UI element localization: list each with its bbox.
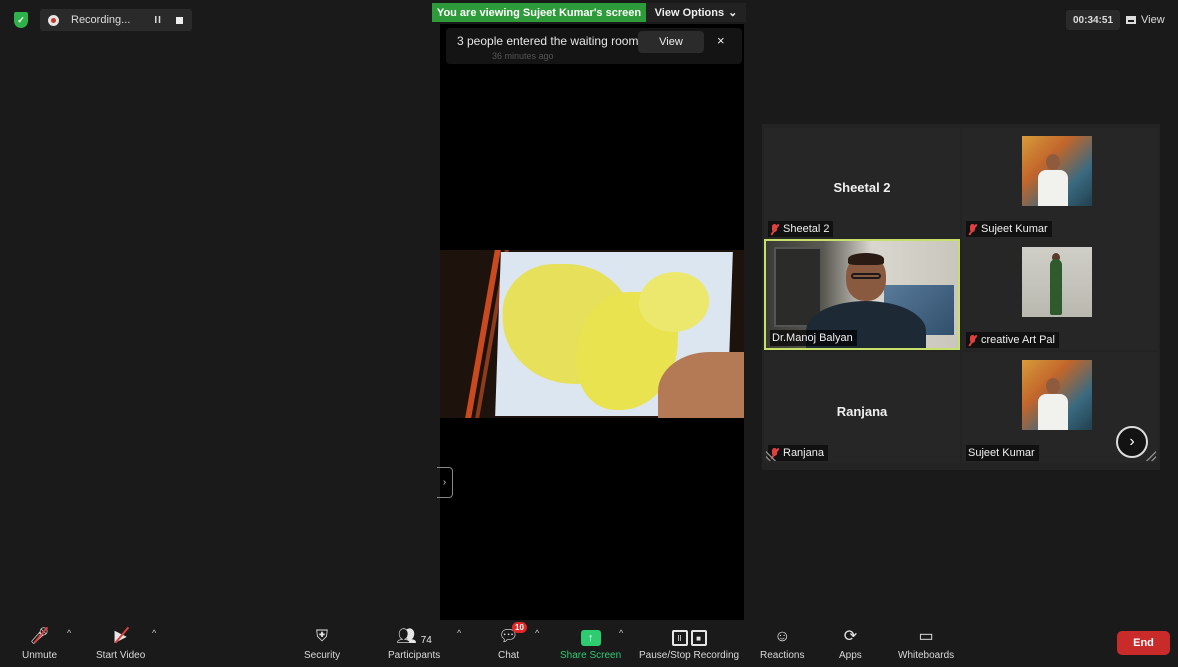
participants-icon: 👥︎ 74 bbox=[396, 628, 432, 646]
share-screen-icon: ↑ bbox=[580, 624, 601, 646]
reactions-label: Reactions bbox=[760, 650, 805, 661]
recording-label: Recording... bbox=[71, 14, 131, 26]
share-screen-label: Share Screen bbox=[560, 650, 622, 661]
share-chevron-icon[interactable]: ^ bbox=[619, 628, 623, 638]
chat-chevron-icon[interactable]: ^ bbox=[535, 628, 539, 638]
participant-name: creative Art Pal bbox=[981, 334, 1055, 346]
mic-muted-icon bbox=[968, 334, 977, 346]
view-label: View bbox=[1141, 14, 1165, 26]
security-label: Security bbox=[304, 650, 341, 661]
pause-stop-recording-button[interactable]: II ■ Pause/Stop Recording bbox=[639, 624, 739, 661]
audio-options-chevron-icon[interactable]: ^ bbox=[67, 628, 71, 638]
participant-tile[interactable]: Ranjana Ranjana bbox=[764, 352, 960, 463]
view-options-button[interactable]: View Options ⌄ bbox=[646, 3, 746, 22]
apps-icon: ⟳ bbox=[843, 628, 858, 645]
shield-icon: ⛨ bbox=[316, 628, 329, 645]
chevron-down-icon: ⌄ bbox=[728, 7, 738, 19]
participant-name: Dr.Manoj Balyan bbox=[772, 332, 853, 344]
view-button[interactable]: View bbox=[1126, 10, 1172, 30]
participant-label: Sheetal 2 bbox=[768, 221, 834, 237]
participants-button[interactable]: 👥︎ 74 Participants bbox=[388, 624, 440, 661]
participant-name: Sujeet Kumar bbox=[981, 223, 1048, 235]
unmute-label: Unmute bbox=[22, 650, 58, 661]
resize-grip-icon[interactable] bbox=[1146, 451, 1156, 461]
reactions-button[interactable]: ☺︎ Reactions bbox=[760, 624, 804, 661]
whiteboards-label: Whiteboards bbox=[898, 650, 955, 661]
participant-label: creative Art Pal bbox=[966, 332, 1059, 348]
chat-label: Chat bbox=[498, 650, 520, 661]
apps-label: Apps bbox=[839, 650, 862, 661]
meeting-timer: 00:34:51 bbox=[1066, 10, 1120, 30]
start-video-button[interactable]: ▶︎ Start Video bbox=[96, 624, 145, 661]
chat-unread-badge: 10 bbox=[512, 622, 527, 633]
participant-name: Sheetal 2 bbox=[783, 223, 830, 235]
participant-label: Sujeet Kumar bbox=[966, 221, 1052, 237]
participant-avatar bbox=[1022, 136, 1092, 206]
participant-label: Sujeet Kumar bbox=[966, 445, 1039, 461]
whiteboards-button[interactable]: ▭ Whiteboards bbox=[898, 624, 954, 661]
shared-screen-content bbox=[440, 250, 744, 418]
participant-display-name: Sheetal 2 bbox=[833, 180, 891, 195]
share-screen-button[interactable]: ↑ Share Screen bbox=[560, 624, 621, 661]
pause-stop-recording-label: Pause/Stop Recording bbox=[639, 650, 740, 661]
apps-button[interactable]: ⟳ Apps bbox=[839, 624, 862, 661]
mic-muted-icon bbox=[770, 223, 779, 235]
participants-count: 74 bbox=[420, 635, 432, 646]
encryption-shield-icon[interactable]: ✓ bbox=[14, 12, 28, 28]
view-options-label: View Options bbox=[654, 6, 725, 19]
participants-chevron-icon[interactable]: ^ bbox=[457, 628, 461, 638]
pause-recording-icon[interactable]: II bbox=[154, 15, 162, 26]
participant-display-name: Ranjana bbox=[836, 404, 888, 419]
pause-stop-icon: II ■ bbox=[671, 624, 707, 646]
participant-name: Ranjana bbox=[783, 447, 824, 459]
mic-muted-icon: 🎤︎ bbox=[29, 624, 49, 646]
participant-tile[interactable]: creative Art Pal bbox=[962, 239, 1158, 350]
view-layout-icon bbox=[1126, 16, 1136, 24]
mic-muted-icon bbox=[968, 223, 977, 235]
participant-avatar bbox=[1022, 360, 1092, 430]
close-icon[interactable]: × bbox=[717, 33, 725, 48]
viewing-screen-banner: You are viewing Sujeet Kumar's screen bbox=[432, 3, 646, 22]
next-page-button[interactable]: › bbox=[1116, 426, 1148, 458]
participant-avatar bbox=[1022, 247, 1092, 317]
whiteboard-icon: ▭ bbox=[918, 628, 934, 645]
participant-tile[interactable]: Sujeet Kumar bbox=[962, 128, 1158, 239]
participant-name: Sujeet Kumar bbox=[968, 447, 1035, 459]
unmute-button[interactable]: 🎤︎ Unmute bbox=[22, 624, 57, 661]
waiting-room-view-button[interactable]: View bbox=[638, 31, 704, 53]
security-button[interactable]: ⛨ Security bbox=[304, 624, 340, 661]
stop-recording-icon[interactable] bbox=[175, 16, 183, 24]
expand-panel-handle[interactable]: › bbox=[437, 467, 453, 498]
waiting-room-text: 3 people entered the waiting room bbox=[457, 34, 639, 48]
participant-label: Ranjana bbox=[768, 445, 828, 461]
resize-grip-icon[interactable] bbox=[766, 451, 776, 461]
video-off-icon: ▶︎ bbox=[114, 624, 126, 646]
notification-time: 36 minutes ago bbox=[492, 51, 554, 61]
active-speaker-tile[interactable]: Dr.Manoj Balyan bbox=[764, 239, 960, 350]
recording-indicator: Recording... II bbox=[40, 9, 192, 31]
video-gallery: Sheetal 2 Sheetal 2 Sujeet Kumar Dr.Mano… bbox=[762, 124, 1160, 470]
participant-tile[interactable]: Sheetal 2 Sheetal 2 bbox=[764, 128, 960, 239]
record-icon bbox=[48, 14, 59, 26]
participants-label: Participants bbox=[388, 650, 441, 661]
end-meeting-button[interactable]: End bbox=[1117, 631, 1170, 655]
reactions-icon: ☺︎ bbox=[774, 628, 791, 645]
participant-label: Dr.Manoj Balyan bbox=[770, 330, 857, 346]
video-options-chevron-icon[interactable]: ^ bbox=[152, 628, 156, 638]
start-video-label: Start Video bbox=[96, 650, 146, 661]
